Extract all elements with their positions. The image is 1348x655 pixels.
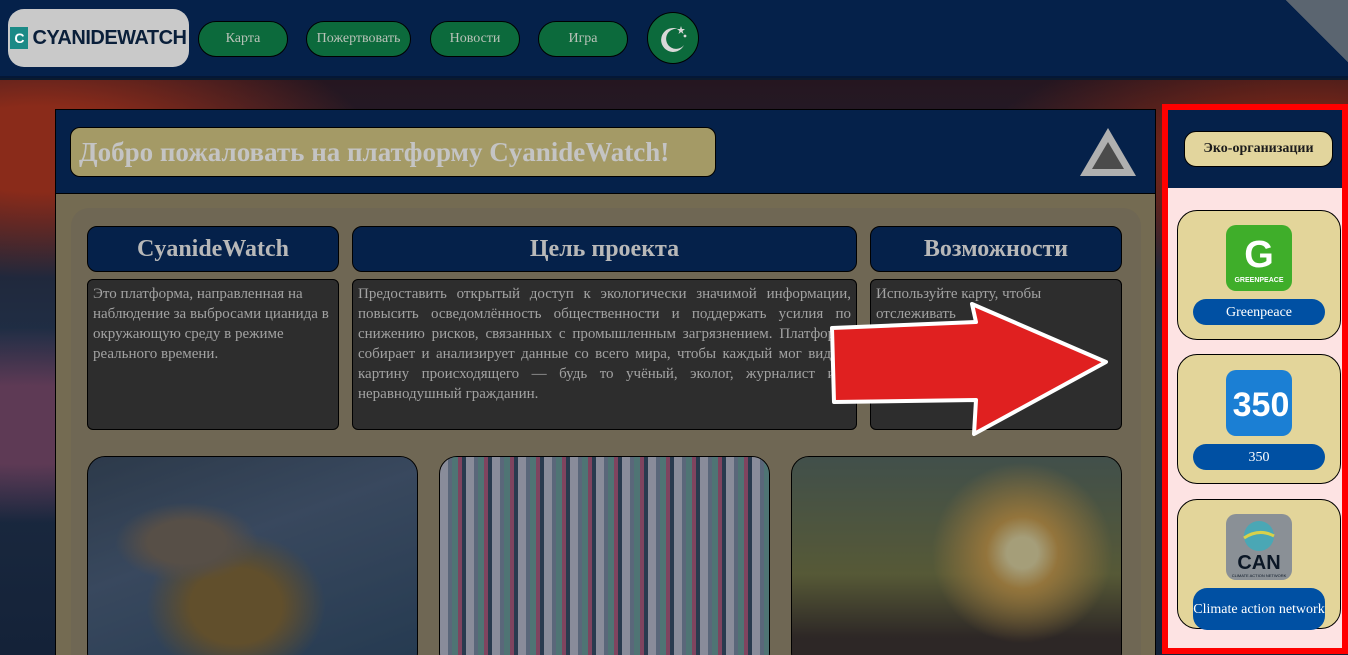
main-header: Добро пожаловать на платформу CyanideWat… xyxy=(56,110,1155,194)
nav-button-donate[interactable]: Пожертвовать xyxy=(306,21,411,57)
hands-water-seedling-photo xyxy=(791,456,1122,655)
welcome-heading: Добро пожаловать на платформу CyanideWat… xyxy=(70,127,716,177)
eco-sidebar-highlight-frame xyxy=(1162,104,1348,654)
lab-test-tubes-photo xyxy=(439,456,770,655)
moon-star-icon xyxy=(661,26,687,52)
industrial-pipe-discharge-photo xyxy=(87,456,418,655)
logo-text: CYANIDEWATCH xyxy=(32,26,187,49)
nav-button-news[interactable]: Новости xyxy=(430,21,520,57)
nav-button-map[interactable]: Карта xyxy=(198,21,288,57)
top-navigation-bar: C CYANIDEWATCH Карта Пожертвовать Новост… xyxy=(0,0,1348,78)
column-text-project-goal: Предоставить открытый доступ к экологиче… xyxy=(352,279,857,430)
nav-button-game[interactable]: Игра xyxy=(538,21,628,57)
column-title-cyanidewatch: CyanideWatch xyxy=(87,226,339,272)
theme-toggle-button[interactable] xyxy=(647,12,699,64)
triangle-up-icon[interactable] xyxy=(1076,124,1140,180)
column-text-cyanidewatch: Это платформа, направленная на наблюдени… xyxy=(87,279,339,430)
logo-mark-icon: C xyxy=(10,27,29,49)
site-logo[interactable]: C CYANIDEWATCH xyxy=(8,9,189,67)
column-title-features: Возможности xyxy=(870,226,1122,272)
red-pointer-arrow xyxy=(830,302,1108,436)
column-title-project-goal: Цель проекта xyxy=(352,226,857,272)
corner-decoration xyxy=(1286,0,1348,62)
